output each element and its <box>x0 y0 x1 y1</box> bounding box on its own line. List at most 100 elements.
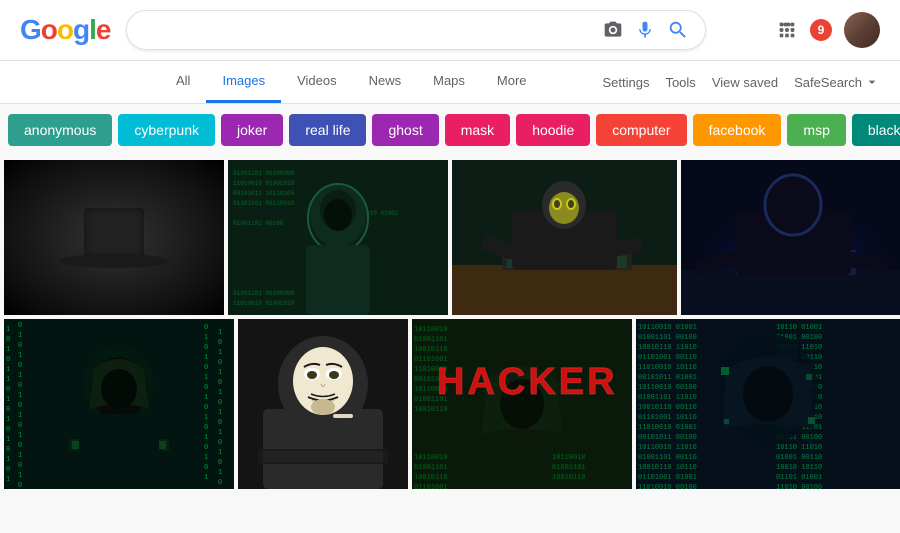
chip-hoodie[interactable]: hoodie <box>516 114 590 146</box>
svg-text:00101011 01001: 00101011 01001 <box>638 374 697 382</box>
svg-text:1: 1 <box>18 412 22 420</box>
image-5[interactable]: 101 011 010 101 010 1 010 101 010 101 01… <box>4 319 234 489</box>
svg-text:10010110: 10010110 <box>414 346 448 354</box>
svg-text:1: 1 <box>6 456 10 464</box>
image-grid: 01001101 00100000 11010010 01001010 0010… <box>0 156 900 493</box>
svg-text:1: 1 <box>204 454 208 462</box>
settings-link[interactable]: Settings <box>602 75 649 90</box>
image-6[interactable] <box>238 319 408 489</box>
filter-chips-row: anonymous cyberpunk joker real life ghos… <box>0 104 900 156</box>
image-8[interactable]: 10110010 01001 01001101 00100 10010110 1… <box>636 319 900 489</box>
svg-text:10010110 11010: 10010110 11010 <box>638 344 697 352</box>
view-saved-link[interactable]: View saved <box>712 75 778 90</box>
svg-text:1: 1 <box>6 416 10 424</box>
svg-text:1: 1 <box>204 434 208 442</box>
nav-tabs-right: Settings Tools View saved SafeSearch <box>602 74 880 90</box>
svg-text:0: 0 <box>18 482 22 489</box>
svg-text:1: 1 <box>6 366 10 374</box>
svg-text:0: 0 <box>218 479 222 487</box>
svg-text:01001101 00100000: 01001101 00100000 <box>233 290 295 297</box>
svg-text:0: 0 <box>204 384 208 392</box>
svg-text:0: 0 <box>6 356 10 364</box>
chevron-down-icon <box>864 74 880 90</box>
chip-anonymous[interactable]: anonymous <box>8 114 112 146</box>
tab-images[interactable]: Images <box>206 61 281 103</box>
svg-text:01001101 00100000: 01001101 00100000 <box>233 170 295 177</box>
tab-more[interactable]: More <box>481 61 543 103</box>
svg-text:1: 1 <box>204 394 208 402</box>
svg-text:11010 00100: 11010 00100 <box>776 484 822 489</box>
svg-text:01001101 00100: 01001101 00100 <box>638 334 697 342</box>
svg-text:0: 0 <box>6 466 10 474</box>
hacker-figure-svg: 01001101 00100000 11010010 01001010 0010… <box>228 160 448 315</box>
svg-text:0: 0 <box>6 406 10 414</box>
grid-menu-button[interactable] <box>776 19 798 41</box>
svg-text:0: 0 <box>18 362 22 370</box>
image-1[interactable] <box>4 160 224 315</box>
chip-reallife[interactable]: real life <box>289 114 366 146</box>
tab-videos[interactable]: Videos <box>281 61 353 103</box>
chip-blackh[interactable]: black h <box>852 114 900 146</box>
digital-hacker-svg: 10110010 01001 01001101 00100 10010110 1… <box>636 319 900 489</box>
svg-text:01101001: 01101001 <box>414 484 448 489</box>
svg-text:11010010 01001010: 11010010 01001010 <box>233 180 295 187</box>
svg-text:1: 1 <box>218 349 222 357</box>
search-button[interactable] <box>667 19 689 41</box>
image-row-1: 01001101 00100000 11010010 01001010 0010… <box>4 160 896 315</box>
svg-text:0: 0 <box>18 442 22 450</box>
image-3[interactable] <box>452 160 677 315</box>
chip-cyberpunk[interactable]: cyberpunk <box>118 114 215 146</box>
chip-ghost[interactable]: ghost <box>372 114 438 146</box>
nav-tabs-left: All Images Videos News Maps More <box>160 61 543 103</box>
svg-text:0: 0 <box>204 464 208 472</box>
tab-maps[interactable]: Maps <box>417 61 481 103</box>
svg-text:1: 1 <box>204 354 208 362</box>
chip-msp[interactable]: msp <box>787 114 845 146</box>
camera-search-button[interactable] <box>603 20 623 40</box>
svg-text:0: 0 <box>6 386 10 394</box>
svg-text:01101001 10110: 01101001 10110 <box>638 414 697 422</box>
svg-text:11010010 01001: 11010010 01001 <box>638 424 697 432</box>
svg-text:11010010 10110: 11010010 10110 <box>638 364 697 372</box>
camera-icon <box>603 20 623 40</box>
avatar-image <box>844 12 880 48</box>
chip-joker[interactable]: joker <box>221 114 283 146</box>
svg-text:01101001 01001: 01101001 01001 <box>638 474 697 482</box>
svg-text:0: 0 <box>6 446 10 454</box>
safesearch-toggle[interactable]: SafeSearch <box>794 74 880 90</box>
svg-text:10110010: 10110010 <box>414 326 448 334</box>
guy-fawkes-svg <box>238 319 408 489</box>
svg-text:1: 1 <box>218 329 222 337</box>
svg-text:1: 1 <box>6 476 10 484</box>
image-7[interactable]: 1011001001001101 1001011001101001 110100… <box>412 319 632 489</box>
google-logo: Google <box>20 14 110 46</box>
svg-text:10110010 11010: 10110010 11010 <box>638 444 697 452</box>
header: Google hacker <box>0 0 900 61</box>
svg-text:0: 0 <box>204 424 208 432</box>
voice-search-button[interactable] <box>635 20 655 40</box>
svg-text:HACKER: HACKER <box>437 361 618 403</box>
svg-text:1: 1 <box>6 326 10 334</box>
hacker-blue-svg <box>681 160 900 315</box>
notification-badge[interactable]: 9 <box>810 19 832 41</box>
image-4[interactable] <box>681 160 900 315</box>
chip-computer[interactable]: computer <box>596 114 686 146</box>
svg-text:0: 0 <box>218 459 222 467</box>
tools-link[interactable]: Tools <box>665 75 695 90</box>
svg-text:1: 1 <box>18 372 22 380</box>
avatar[interactable] <box>844 12 880 48</box>
image-2[interactable]: 01001101 00100000 11010010 01001010 0010… <box>228 160 448 315</box>
svg-text:10010110: 10010110 <box>414 474 448 482</box>
svg-text:1: 1 <box>218 469 222 477</box>
chip-mask[interactable]: mask <box>445 114 510 146</box>
tab-all[interactable]: All <box>160 61 206 103</box>
chip-facebook[interactable]: facebook <box>693 114 782 146</box>
svg-text:0: 0 <box>204 444 208 452</box>
svg-text:0: 0 <box>18 422 22 430</box>
svg-text:0: 0 <box>204 364 208 372</box>
svg-text:1: 1 <box>204 374 208 382</box>
tab-news[interactable]: News <box>353 61 418 103</box>
search-input[interactable]: hacker <box>143 21 603 39</box>
svg-text:1: 1 <box>18 392 22 400</box>
hacker-mask-svg <box>452 160 677 315</box>
